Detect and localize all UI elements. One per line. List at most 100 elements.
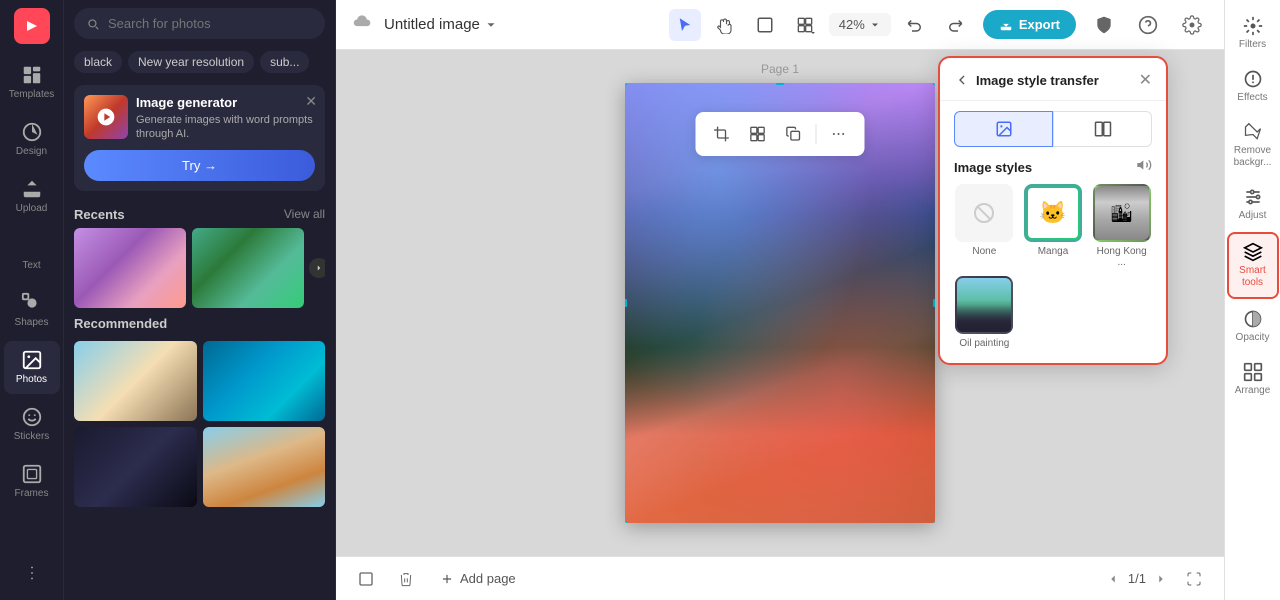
handle-middle-right[interactable] <box>933 299 935 307</box>
grid-button[interactable] <box>742 118 774 150</box>
arrange-tool[interactable]: Arrange <box>1227 354 1279 405</box>
add-page-button[interactable]: Add page <box>432 567 524 590</box>
ist-back-button[interactable] <box>954 72 970 88</box>
duplicate-button[interactable] <box>778 118 810 150</box>
rec-thumb-2[interactable] <box>203 341 326 421</box>
select-tool[interactable] <box>669 9 701 41</box>
sidebar-item-stickers[interactable]: Stickers <box>4 398 60 451</box>
crop-button[interactable] <box>706 118 738 150</box>
image-generator-close[interactable]: ✕ <box>305 93 317 110</box>
search-bar[interactable] <box>74 8 325 39</box>
doc-title-text: Untitled image <box>384 16 480 33</box>
style-hongkong[interactable]: 🏙 Hong Kong ... <box>1091 184 1152 268</box>
export-button[interactable]: Export <box>983 10 1076 39</box>
smart-tools-tool[interactable]: Smart tools <box>1227 232 1279 299</box>
settings-button[interactable] <box>1176 9 1208 41</box>
rec-thumb-4[interactable] <box>203 427 326 507</box>
audio-icon[interactable] <box>1136 157 1152 178</box>
sidebar-item-shapes[interactable]: Shapes <box>4 284 60 337</box>
handle-bottom-left[interactable] <box>625 521 627 523</box>
tag-sub[interactable]: sub... <box>260 51 309 73</box>
frame-icon-button[interactable] <box>352 565 380 593</box>
style-manga[interactable]: 🐱 Manga <box>1023 184 1084 268</box>
adjust-tool[interactable]: Adjust <box>1227 179 1279 230</box>
bottom-bar: Add page 1/1 <box>336 556 1224 600</box>
handle-top-left[interactable] <box>625 83 627 85</box>
style-none-thumb <box>955 184 1013 242</box>
next-page[interactable] <box>1154 572 1168 586</box>
app-logo[interactable] <box>14 8 50 44</box>
opacity-label: Opacity <box>1236 332 1270 344</box>
image-generator-title: Image generator <box>136 95 315 110</box>
ist-tab-compare[interactable] <box>1053 111 1152 147</box>
adjust-label: Adjust <box>1239 210 1267 222</box>
tag-newyear[interactable]: New year resolution <box>128 51 254 73</box>
try-button[interactable]: Try → <box>84 150 315 181</box>
recents-section-header: Recents View all <box>74 199 325 228</box>
frame-tool-2[interactable] <box>789 9 821 41</box>
effects-tool[interactable]: Effects <box>1227 61 1279 112</box>
style-oil[interactable]: Oil painting <box>954 276 1015 349</box>
page-label: Page 1 <box>761 62 799 76</box>
undo-button[interactable] <box>899 9 931 41</box>
shield-button[interactable] <box>1088 9 1120 41</box>
sidebar-item-templates[interactable]: Templates <box>4 56 60 109</box>
style-hongkong-label: Hong Kong ... <box>1091 246 1152 268</box>
redo-button[interactable] <box>939 9 971 41</box>
sidebar-item-upload[interactable]: Upload <box>4 170 60 223</box>
handle-top-middle[interactable] <box>776 83 784 85</box>
sidebar-item-design[interactable]: Design <box>4 113 60 166</box>
view-all-button[interactable]: View all <box>284 207 325 221</box>
panel-scroll: Recents View all Recommended <box>64 199 335 600</box>
page-nav: 1/1 <box>1106 571 1168 586</box>
remove-bg-tool[interactable]: Remove backgr... <box>1227 114 1279 177</box>
sidebar-item-upload-label: Upload <box>16 203 48 215</box>
handle-middle-left[interactable] <box>625 299 627 307</box>
sidebar-item-frames-label: Frames <box>15 488 49 500</box>
remove-bg-label: Remove backgr... <box>1231 145 1275 169</box>
ist-styles-title: Image styles <box>954 160 1032 175</box>
fullscreen-button[interactable] <box>1180 565 1208 593</box>
style-manga-label: Manga <box>1038 246 1069 257</box>
recent-thumb-2[interactable] <box>192 228 304 308</box>
image-generator-card: ✕ Image generator Generate images with w… <box>74 85 325 191</box>
opacity-tool[interactable]: Opacity <box>1227 301 1279 352</box>
filters-tool[interactable]: Filters <box>1227 8 1279 59</box>
help-button[interactable] <box>1132 9 1164 41</box>
arrange-label: Arrange <box>1235 385 1271 397</box>
ist-close-button[interactable]: ✕ <box>1139 70 1152 90</box>
sidebar-item-text[interactable]: Text <box>4 227 60 280</box>
ist-tab-image[interactable] <box>954 111 1053 147</box>
sidebar-item-photos[interactable]: Photos <box>4 341 60 394</box>
sidebar-item-stickers-label: Stickers <box>14 431 50 443</box>
sidebar-item-frames[interactable]: Frames <box>4 455 60 508</box>
tag-black[interactable]: black <box>74 51 122 73</box>
sidebar-item-design-label: Design <box>16 146 47 158</box>
zoom-control[interactable]: 42% <box>829 13 891 36</box>
frame-tool[interactable] <box>749 9 781 41</box>
rec-thumb-1[interactable] <box>74 341 197 421</box>
ist-styles-header: Image styles <box>940 147 1166 184</box>
recent-thumb-1[interactable] <box>74 228 186 308</box>
ist-title: Image style transfer <box>976 73 1133 88</box>
filters-label: Filters <box>1239 39 1266 51</box>
search-input[interactable] <box>108 16 313 31</box>
sidebar-item-more[interactable] <box>4 554 60 592</box>
delete-button[interactable] <box>392 565 420 593</box>
doc-title[interactable]: Untitled image <box>384 16 498 33</box>
handle-top-right[interactable] <box>933 83 935 85</box>
image-generator-thumb <box>84 95 128 139</box>
prev-page[interactable] <box>1106 572 1120 586</box>
rec-thumb-3[interactable] <box>74 427 197 507</box>
right-sidebar: Filters Effects Remove backgr... Adjust … <box>1224 0 1280 600</box>
style-none-label: None <box>972 246 996 257</box>
recents-arrow[interactable] <box>309 258 325 278</box>
recents-grid <box>74 228 325 308</box>
photos-panel: black New year resolution sub... ✕ Image… <box>64 0 336 600</box>
style-none[interactable]: None <box>954 184 1015 268</box>
search-icon <box>86 17 100 31</box>
more-options[interactable] <box>823 118 855 150</box>
handle-bottom-right[interactable] <box>933 521 935 523</box>
ist-styles-grid: None 🐱 Manga 🏙 Hong Kong ... <box>940 184 1166 349</box>
hand-tool[interactable] <box>709 9 741 41</box>
